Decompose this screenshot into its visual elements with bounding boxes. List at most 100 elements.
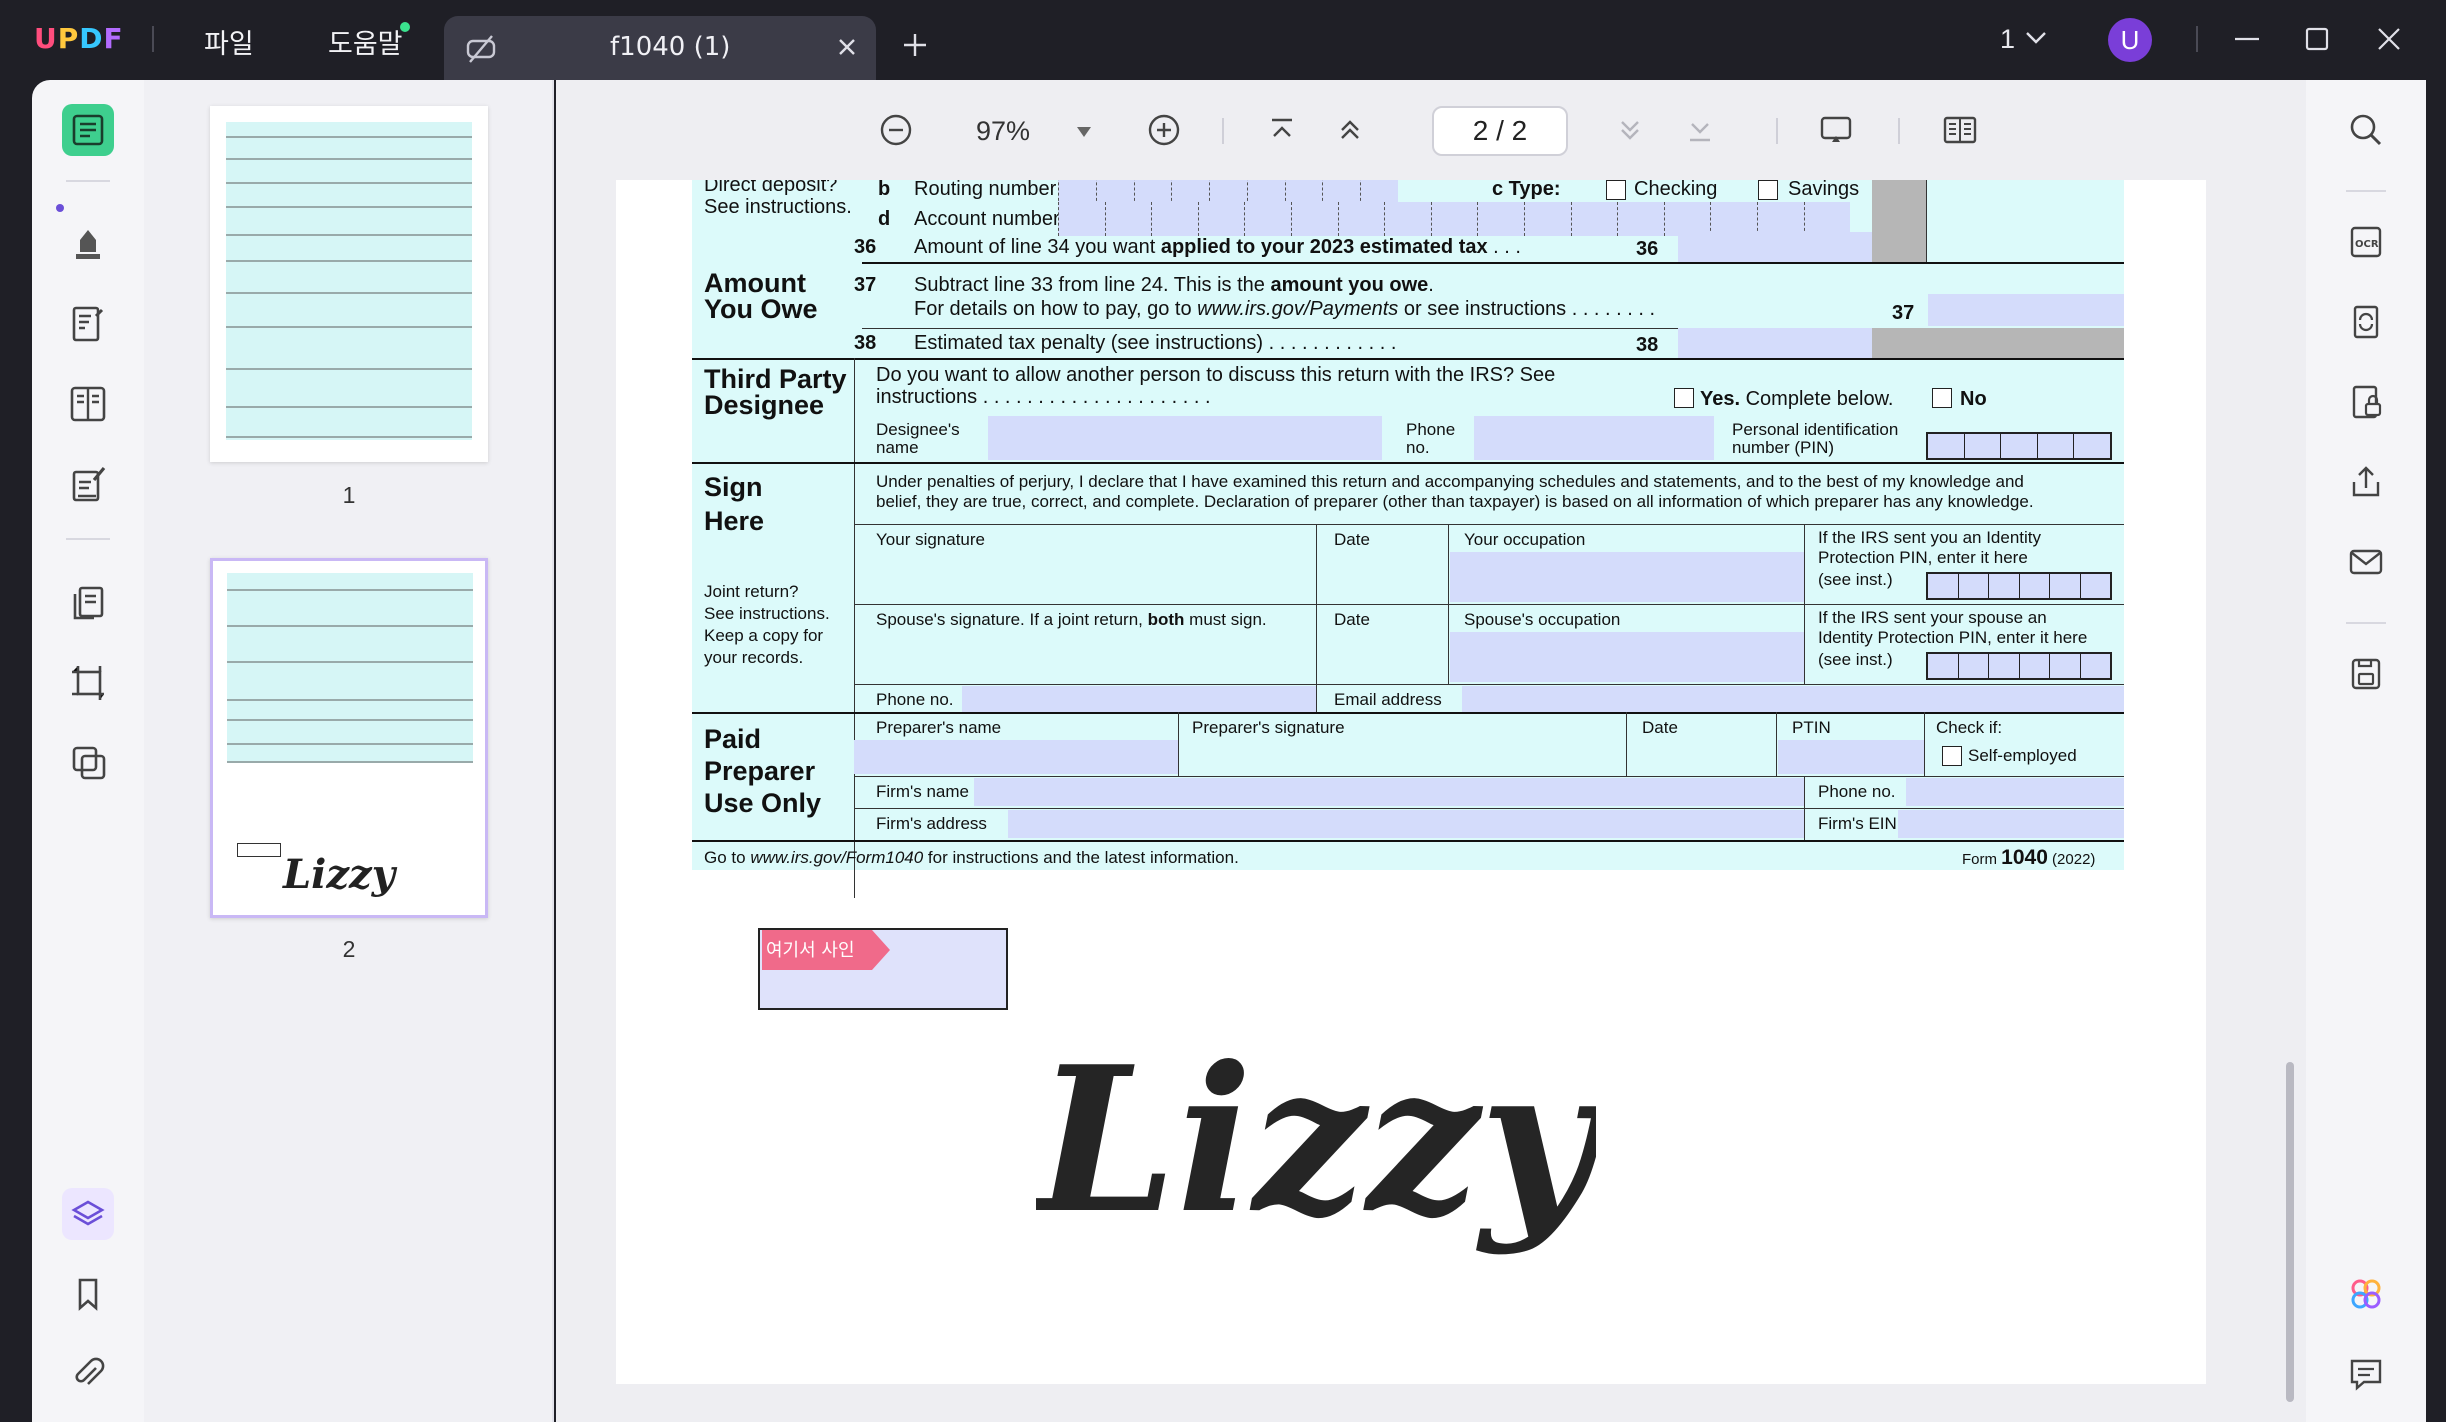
page-layout-icon[interactable]: [1940, 110, 1980, 150]
firm-ein-field[interactable]: [1898, 810, 2124, 838]
zoom-out-icon[interactable]: [876, 110, 916, 150]
page-thumbnail-1[interactable]: [210, 106, 488, 462]
text: Date: [1334, 610, 1370, 629]
signature-image[interactable]: Lizzy: [1036, 970, 1596, 1270]
toolbar-separator: [1898, 118, 1900, 144]
ai-assistant-icon[interactable]: [2346, 1274, 2386, 1314]
combine-button[interactable]: [62, 736, 114, 788]
self-employed-checkbox[interactable]: [1942, 746, 1962, 766]
document-tab[interactable]: f1040 (1): [444, 16, 876, 80]
vertical-scrollbar[interactable]: [2286, 1062, 2294, 1402]
rule: [1178, 712, 1179, 776]
text: Email address: [1334, 690, 1442, 709]
designee-phone-field[interactable]: [1474, 416, 1714, 460]
designee-no-checkbox[interactable]: [1932, 388, 1952, 408]
designee-name-field[interactable]: [988, 416, 1382, 460]
user-avatar[interactable]: U: [2108, 18, 2152, 62]
designee-yes-checkbox[interactable]: [1674, 388, 1694, 408]
comment-tool-button[interactable]: [62, 218, 114, 270]
text: no.: [1406, 438, 1430, 457]
reader-mode-button[interactable]: [62, 104, 114, 156]
spouse-occupation-field[interactable]: [1450, 632, 1804, 682]
text: Firm's EIN: [1818, 814, 1897, 833]
mail-icon[interactable]: [2346, 542, 2386, 582]
text: Self-employed: [1968, 746, 2077, 765]
organize-pages-button[interactable]: [62, 576, 114, 628]
save-icon[interactable]: [2346, 654, 2386, 694]
spouse-ip-pin-field[interactable]: [1926, 652, 2112, 680]
app-logo: UPDF: [34, 22, 124, 55]
phone-field[interactable]: [962, 686, 1316, 712]
shaded-cell: [1872, 328, 2124, 358]
highlighter-icon: [76, 230, 100, 259]
tab-close-icon[interactable]: [832, 32, 862, 62]
preparer-name-field[interactable]: [854, 740, 1178, 774]
amount-owed-field[interactable]: [1928, 294, 2124, 326]
minimize-icon[interactable]: [2232, 24, 2262, 54]
ocr-icon[interactable]: OCR: [2346, 222, 2386, 262]
ip-pin-field[interactable]: [1926, 572, 2112, 600]
title-bar: UPDF 파일 도움말 f1040 (1) 1 U: [0, 0, 2446, 80]
maximize-icon[interactable]: [2302, 24, 2332, 54]
your-occupation-field[interactable]: [1450, 552, 1804, 602]
savings-checkbox[interactable]: [1758, 180, 1778, 200]
rule: [1316, 684, 1317, 712]
text: (see inst.): [1818, 650, 1893, 669]
last-page-icon[interactable]: [1680, 110, 1720, 150]
checking-checkbox[interactable]: [1606, 180, 1626, 200]
page-organize-button[interactable]: [62, 378, 114, 430]
presentation-icon[interactable]: [1816, 110, 1856, 150]
tool-separator: [66, 538, 110, 540]
left-tool-bar: [32, 80, 144, 1422]
sign-here-label: 여기서 사인: [766, 940, 855, 961]
toolbar-separator: [1776, 118, 1778, 144]
close-window-icon[interactable]: [2374, 24, 2404, 54]
crop-button[interactable]: [62, 656, 114, 708]
first-page-icon[interactable]: [1262, 110, 1302, 150]
firm-address-field[interactable]: [1008, 810, 1804, 838]
menu-file[interactable]: 파일: [204, 22, 254, 61]
page-number-input[interactable]: 2 / 2: [1432, 106, 1568, 156]
search-icon[interactable]: [2346, 110, 2386, 150]
menu-help[interactable]: 도움말: [328, 22, 403, 61]
rule: [854, 604, 2124, 605]
firm-phone-field[interactable]: [1906, 778, 2124, 806]
convert-icon[interactable]: [2346, 302, 2386, 342]
attachment-button[interactable]: [62, 1348, 114, 1400]
tool-separator: [66, 180, 110, 182]
designee-pin-field[interactable]: [1926, 432, 2112, 460]
text: Your signature: [876, 530, 986, 549]
next-page-icon[interactable]: [1610, 110, 1650, 150]
title-separator: [152, 26, 154, 52]
copy-pages-icon: [73, 586, 104, 620]
zoom-dropdown-icon[interactable]: [1076, 126, 1092, 138]
new-tab-icon[interactable]: [900, 30, 930, 60]
text: No: [1960, 388, 1987, 410]
layers-button[interactable]: [62, 1188, 114, 1240]
account-number-field[interactable]: [1058, 202, 1851, 236]
previous-page-icon[interactable]: [1330, 110, 1370, 150]
firm-name-field[interactable]: [974, 778, 1804, 806]
form-1040-page2: Direct deposit? See instructions. b Rout…: [692, 180, 2124, 898]
comments-icon[interactable]: [2346, 1354, 2386, 1394]
zoom-in-icon[interactable]: [1144, 110, 1184, 150]
line-36-amount-field[interactable]: [1678, 232, 1872, 262]
tool-separator: [2346, 622, 2386, 624]
share-icon[interactable]: [2346, 462, 2386, 502]
fill-sign-button[interactable]: [62, 458, 114, 510]
text: Under penalties of perjury, I declare th…: [876, 472, 2024, 491]
bookmark-button[interactable]: [62, 1268, 114, 1320]
page-thumbnail-2[interactable]: Lizzy: [210, 558, 488, 918]
edit-pdf-button[interactable]: [62, 298, 114, 350]
thumbnail-label: 2: [342, 936, 356, 962]
right-tool-bar: OCR: [2306, 80, 2426, 1422]
protect-icon[interactable]: [2346, 382, 2386, 422]
rule: [692, 462, 2124, 464]
zoom-level[interactable]: 97%: [976, 116, 1030, 147]
chevron-down-icon[interactable]: [2024, 28, 2048, 48]
ptin-field[interactable]: [1778, 740, 1924, 774]
window-count[interactable]: 1: [2000, 24, 2015, 55]
document-area: 97% 2 / 2 Direct deposit? See instructio…: [556, 80, 2306, 1422]
penalty-field[interactable]: [1678, 328, 1872, 358]
email-field[interactable]: [1462, 686, 2124, 712]
